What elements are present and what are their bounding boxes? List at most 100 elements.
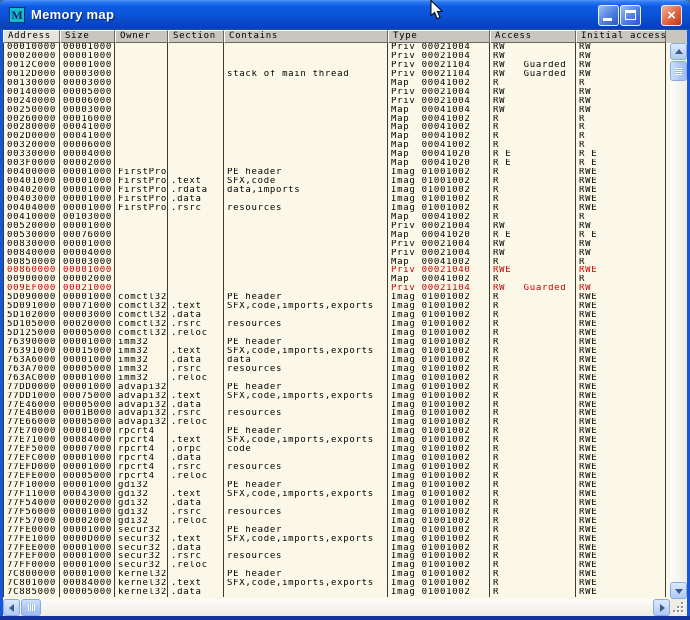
table-row[interactable]: 0026000000016000Map 00041002RR bbox=[3, 115, 670, 124]
table-row[interactable]: 0053000000076000Map 00041020R ER E bbox=[3, 231, 670, 240]
table-row[interactable]: 0040200000001000FirstPro.rdatadata,impor… bbox=[3, 186, 670, 195]
table-row[interactable]: 77FE10000000D000secur32.textSFX,code,imp… bbox=[3, 535, 670, 544]
table-row[interactable]: 0083000000001000Priv 00021004RWRW bbox=[3, 240, 670, 249]
column-header-type[interactable]: Type bbox=[388, 30, 490, 43]
column-header-contains[interactable]: Contains bbox=[224, 30, 388, 43]
table-row[interactable]: 7C80000000001000kernel32PE headerImag 01… bbox=[3, 570, 670, 579]
table-row[interactable]: 0040400000001000FirstPro.rsrcresourcesIm… bbox=[3, 204, 670, 213]
table-row[interactable]: 0024000000006000Priv 00021004RWRW bbox=[3, 97, 670, 106]
resize-grip[interactable] bbox=[670, 599, 687, 616]
table-row[interactable]: 0052000000001000Priv 00021004RWRW bbox=[3, 222, 670, 231]
table-row[interactable]: 5D09000000001000comctl32PE headerImag 01… bbox=[3, 293, 670, 302]
cell-addr: 003F0000 bbox=[3, 159, 60, 168]
table-row[interactable]: 0013000000003000Map 00041002RR bbox=[3, 79, 670, 88]
table-row[interactable]: 77FF000000001000secur32.relocImag 010010… bbox=[3, 561, 670, 570]
column-header-owner[interactable]: Owner bbox=[115, 30, 168, 43]
column-header-section[interactable]: Section bbox=[168, 30, 224, 43]
table-row[interactable]: 0012C00000001000Priv 00021104RW GuardedR… bbox=[3, 61, 670, 70]
table-row[interactable]: 77EFE00000005000rpcrt4.relocImag 0100100… bbox=[3, 472, 670, 481]
maximize-button[interactable] bbox=[620, 5, 641, 26]
table-row[interactable]: 0025000000003000Map 00041004RWRW bbox=[3, 106, 670, 115]
table-row[interactable]: 7C80100000084000kernel32.textSFX,code,im… bbox=[3, 579, 670, 588]
cell-initial: RWE bbox=[576, 195, 666, 204]
column-header-access[interactable]: Access bbox=[490, 30, 576, 43]
table-row[interactable]: 77E6600000005000advapi32.relocImag 01001… bbox=[3, 418, 670, 427]
horizontal-scrollbar[interactable] bbox=[3, 599, 670, 616]
cell-size: 00001000 bbox=[60, 43, 115, 52]
table-row[interactable]: 77F5600000001000gdi32.rsrcresourcesImag … bbox=[3, 508, 670, 517]
table-row[interactable]: 7C88500000005000kernel32.dataImag 010010… bbox=[3, 588, 670, 597]
table-row[interactable]: 77EFC00000001000rpcrt4.dataImag 01001002… bbox=[3, 454, 670, 463]
column-header-addr[interactable]: Address bbox=[3, 30, 60, 43]
table-row[interactable]: 77F5400000002000gdi32.dataImag 01001002R… bbox=[3, 499, 670, 508]
table-row[interactable]: 5D10200000003000comctl32.dataImag 010010… bbox=[3, 311, 670, 320]
vertical-scrollbar[interactable] bbox=[670, 43, 687, 599]
cell-addr: 00280000 bbox=[3, 123, 60, 132]
table-row[interactable]: 009EF00000021000Priv 00021104RW GuardedR… bbox=[3, 284, 670, 293]
table-row[interactable]: 763A600000001000imm32.datadataImag 01001… bbox=[3, 356, 670, 365]
table-row[interactable]: 77E7000000001000rpcrt4PE headerImag 0100… bbox=[3, 427, 670, 436]
scroll-right-button[interactable] bbox=[653, 599, 670, 616]
table-row[interactable]: 77E4600000005000advapi32.dataImag 010010… bbox=[3, 401, 670, 410]
close-icon bbox=[662, 6, 681, 25]
table-row[interactable]: 0084000000004000Priv 00021004RWRW bbox=[3, 249, 670, 258]
table-row[interactable]: 5D10500000020000comctl32.rsrcresourcesIm… bbox=[3, 320, 670, 329]
table-row[interactable]: 0040100000001000FirstPro.textSFX,codeIma… bbox=[3, 177, 670, 186]
table-row[interactable]: 77EFD00000001000rpcrt4.rsrcresourcesImag… bbox=[3, 463, 670, 472]
column-header-initial[interactable]: Initial access bbox=[576, 30, 666, 43]
table-row[interactable]: 0014000000005000Priv 00021004RWRW bbox=[3, 88, 670, 97]
table-row[interactable]: 77DD100000075000advapi32.textSFX,code,im… bbox=[3, 392, 670, 401]
table-row[interactable]: 7639000000001000imm32PE headerImag 01001… bbox=[3, 338, 670, 347]
table-row[interactable]: 0041000000103000Map 00041002RR bbox=[3, 213, 670, 222]
table-row[interactable]: 77FE000000001000secur32PE headerImag 010… bbox=[3, 526, 670, 535]
horizontal-scroll-thumb[interactable] bbox=[21, 599, 41, 616]
table-row[interactable]: 77F5700000002000gdi32.relocImag 01001002… bbox=[3, 517, 670, 526]
cell-section bbox=[168, 106, 224, 115]
title-bar[interactable]: M Memory map bbox=[0, 0, 690, 30]
table-row[interactable]: 763A700000005000imm32.rsrcresourcesImag … bbox=[3, 365, 670, 374]
table-row[interactable]: 0033000000004000Map 00041020R ER E bbox=[3, 150, 670, 159]
close-button[interactable] bbox=[661, 5, 682, 26]
table-row[interactable]: 77FEE00000001000secur32.dataImag 0100100… bbox=[3, 544, 670, 553]
table-row[interactable]: 77F1100000043000gdi32.textSFX,code,impor… bbox=[3, 490, 670, 499]
table-row[interactable]: 77F1000000001000gdi32PE headerImag 01001… bbox=[3, 481, 670, 490]
table-row[interactable]: 0086000000001000Priv 00021040RWERWE bbox=[3, 266, 670, 275]
table-row[interactable]: 5D12500000005000comctl32.relocImag 01001… bbox=[3, 329, 670, 338]
minimize-button[interactable] bbox=[598, 5, 619, 26]
cell-initial: R E bbox=[576, 150, 666, 159]
app-icon[interactable]: M bbox=[9, 7, 25, 23]
table-row[interactable]: 77EF500000007000rpcrt4.orpccodeImag 0100… bbox=[3, 445, 670, 454]
table-row[interactable]: 0028000000041000Map 00041002RR bbox=[3, 123, 670, 132]
cell-type: Imag 01001002 bbox=[388, 499, 490, 508]
table-row[interactable]: 77DD000000001000advapi32PE headerImag 01… bbox=[3, 383, 670, 392]
scroll-left-button[interactable] bbox=[3, 599, 20, 616]
table-row[interactable]: 002D000000041000Map 00041002RR bbox=[3, 132, 670, 141]
table-row[interactable]: 77E4B0000001B000advapi32.rsrcresourcesIm… bbox=[3, 409, 670, 418]
cell-section bbox=[168, 70, 224, 79]
table-row[interactable]: 0012D00000003000stack of main threadPriv… bbox=[3, 70, 670, 79]
table-row[interactable]: 0032000000006000Map 00041002RR bbox=[3, 141, 670, 150]
table-row[interactable]: 763AC00000001000imm32.relocImag 01001002… bbox=[3, 374, 670, 383]
cell-addr: 77F56000 bbox=[3, 508, 60, 517]
table-row[interactable]: 0040300000001000FirstPro.dataImag 010010… bbox=[3, 195, 670, 204]
cell-contains bbox=[224, 231, 388, 240]
table-row[interactable]: 5D09100000071000comctl32.textSFX,code,im… bbox=[3, 302, 670, 311]
table-row[interactable]: 0085000000003000Map 00041002RR bbox=[3, 258, 670, 267]
cell-addr: 00403000 bbox=[3, 195, 60, 204]
table-row[interactable]: 7639100000015000imm32.textSFX,code,impor… bbox=[3, 347, 670, 356]
table-row[interactable]: 003F000000002000Map 00041020R ER E bbox=[3, 159, 670, 168]
cell-type: Imag 01001002 bbox=[388, 570, 490, 579]
scroll-up-button[interactable] bbox=[670, 43, 687, 60]
table-row[interactable]: 0040000000001000FirstProPE headerImag 01… bbox=[3, 168, 670, 177]
table-row[interactable]: 77E7100000084000rpcrt4.textSFX,code,impo… bbox=[3, 436, 670, 445]
column-header-size[interactable]: Size bbox=[60, 30, 115, 43]
cell-contains: resources bbox=[224, 463, 388, 472]
vertical-scroll-thumb[interactable] bbox=[670, 61, 687, 81]
cell-initial: R bbox=[576, 132, 666, 141]
table-row[interactable]: 0090000000002000Map 00041002RR bbox=[3, 275, 670, 284]
table-row[interactable]: 0002000000001000Priv 00021004RWRW bbox=[3, 52, 670, 61]
scroll-down-button[interactable] bbox=[670, 582, 687, 599]
table-row[interactable]: 77FEF00000001000secur32.rsrcresourcesIma… bbox=[3, 552, 670, 561]
cell-type: Imag 01001002 bbox=[388, 177, 490, 186]
table-row[interactable]: 0001000000001000Priv 00021004RWRW bbox=[3, 43, 670, 52]
